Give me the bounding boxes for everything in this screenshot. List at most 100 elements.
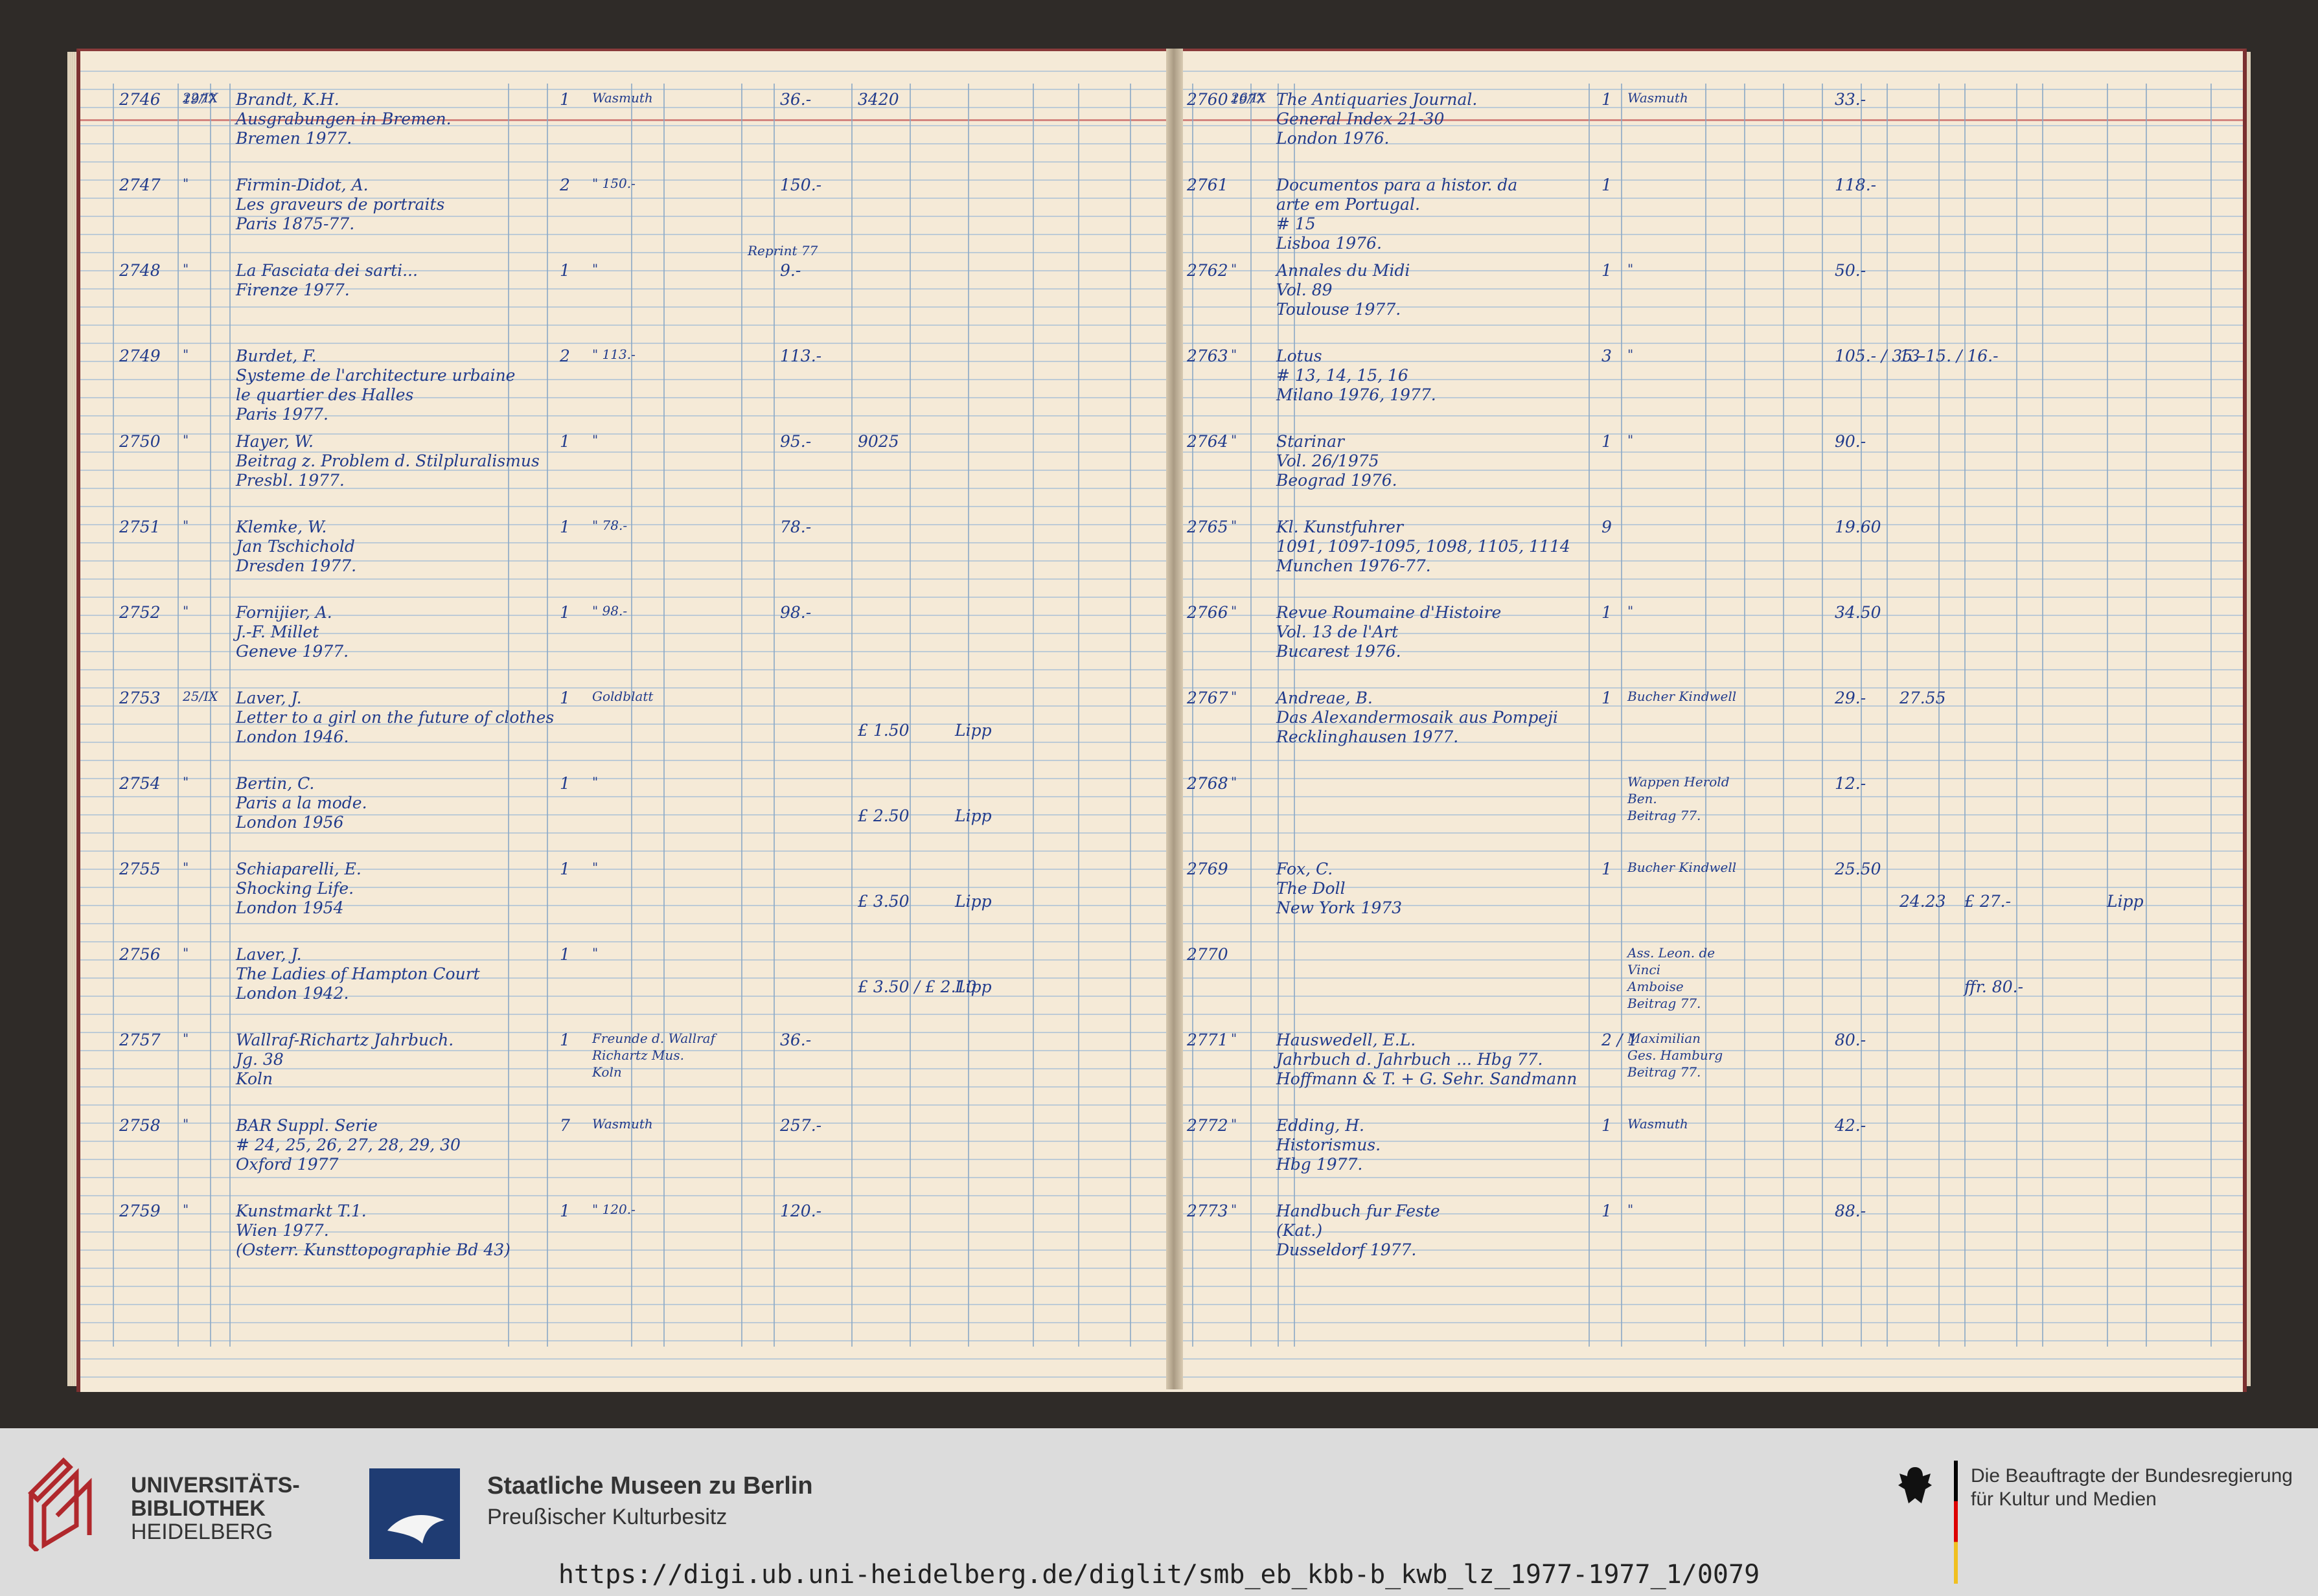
entry-number: 2756 xyxy=(119,945,161,964)
entry-amount: 113.- xyxy=(780,347,822,365)
entry-count: 1 xyxy=(1601,1202,1612,1220)
entry-supplier-line: " 98.- xyxy=(592,603,628,619)
entry-number: 2768 xyxy=(1187,774,1228,793)
ub-heidelberg-name: UNIVERSITÄTS- BIBLIOTHEK HEIDELBERG xyxy=(131,1474,300,1544)
entry-title-line: Beitrag z. Problem d. Stilpluralismus xyxy=(236,451,540,470)
ledger-rule xyxy=(80,578,1176,580)
column-divider xyxy=(1964,84,1966,1347)
column-divider xyxy=(2016,84,2017,1347)
entry-amount: 36.- xyxy=(780,1031,812,1049)
entry-amount: 90.- xyxy=(1835,432,1866,451)
entry-title-line: Munchen 1976-77. xyxy=(1276,556,1431,575)
ledger-rule xyxy=(80,325,1176,326)
entry-title-line: Laver, J. xyxy=(236,689,302,707)
entry-title-line: Firenze 1977. xyxy=(236,280,350,299)
ledger-rule xyxy=(1174,343,2243,344)
ledger-rule xyxy=(80,1340,1176,1341)
entry-supplier-line: " xyxy=(592,945,599,961)
entry-title-line: Edding, H. xyxy=(1276,1116,1364,1135)
entry-supplier-line: Beitrag 77. xyxy=(1627,1064,1701,1080)
bkm-line-1: Die Beauftragte der Bundesregierung xyxy=(1971,1465,2293,1487)
ub-line-3: HEIDELBERG xyxy=(131,1520,273,1544)
entry-amount: 118.- xyxy=(1835,176,1877,194)
entry-title-line: arte em Portugal. xyxy=(1276,195,1420,214)
entry-title-line: Paris a la mode. xyxy=(236,793,367,812)
entry-date: " xyxy=(183,261,189,277)
entry-number: 2773 xyxy=(1187,1202,1228,1220)
entry-title-line: Hoffmann & T. + G. Sehr. Sandmann xyxy=(1276,1069,1578,1088)
entry-title-line: # 15 xyxy=(1276,214,1316,233)
entry-number: 2758 xyxy=(119,1116,161,1135)
column-divider xyxy=(210,84,211,1347)
entry-supplier-line: " xyxy=(1627,347,1634,362)
ub-line-1: UNIVERSITÄTS- xyxy=(131,1473,300,1498)
column-divider xyxy=(851,84,853,1347)
entry-supplier-line: " xyxy=(592,432,599,448)
entry-date: " xyxy=(183,945,189,961)
entry-number: 2764 xyxy=(1187,432,1228,451)
entry-number: 2760 xyxy=(1187,90,1228,109)
ledger-page-right: 1977 2760 26/IX The Antiquaries Journal. Gen… xyxy=(1174,49,2247,1392)
entry-title-line: Hayer, W. xyxy=(236,432,314,451)
ledger-rule xyxy=(1174,161,2243,163)
entry-date: " xyxy=(1231,1202,1237,1217)
footer-banner: UNIVERSITÄTS- BIBLIOTHEK HEIDELBERG Staa… xyxy=(0,1428,2318,1596)
ledger-rule xyxy=(1174,814,2243,815)
entry-title-line: Shocking Life. xyxy=(236,879,354,898)
ledger-rule xyxy=(80,1195,1176,1196)
entry-number: 2754 xyxy=(119,774,161,793)
ledger-rule xyxy=(80,1376,1176,1378)
ledger-rule xyxy=(80,832,1176,834)
ledger-rule xyxy=(1174,796,2243,797)
entry-number: 2757 xyxy=(119,1031,161,1049)
column-divider xyxy=(1705,84,1706,1347)
entry-title-line: Wallraf-Richartz Jahrbuch. xyxy=(236,1031,454,1049)
entry-title-line: Beograd 1976. xyxy=(1276,471,1397,490)
entry-extra: 3420 xyxy=(858,90,899,109)
entry-supplier-line: Beitrag 77. xyxy=(1627,996,1701,1011)
ledger-rule xyxy=(80,1268,1176,1269)
entry-supplier-line: " xyxy=(592,860,599,875)
entry-count: 1 xyxy=(1601,689,1612,707)
federal-eagle-icon xyxy=(1898,1467,1932,1503)
entry-title-line: Geneve 1977. xyxy=(236,642,349,661)
entry-title-line: London 1956 xyxy=(236,813,344,832)
entry-extra: 24.23 xyxy=(1899,892,1946,911)
entry-title-line: The Antiquaries Journal. xyxy=(1276,90,1478,109)
entry-title-line: Fornijier, A. xyxy=(236,603,332,622)
entry-title-line: Schiaparelli, E. xyxy=(236,860,361,878)
entry-supplier-line: Wasmuth xyxy=(592,90,653,106)
entry-title-line: Kunstmarkt T.1. xyxy=(236,1202,367,1220)
source-url[interactable]: https://digi.ub.uni-heidelberg.de/diglit… xyxy=(0,1560,2318,1590)
entry-count: 1 xyxy=(1601,860,1612,878)
column-divider xyxy=(2107,84,2108,1347)
ledger-rule xyxy=(80,343,1176,344)
entry-third-column: Lipp xyxy=(955,892,992,911)
entry-title-line: le quartier des Halles xyxy=(236,385,414,404)
left-page-edge xyxy=(67,52,76,1386)
ledger-rule xyxy=(1174,760,2243,761)
ledger-rule xyxy=(80,1286,1176,1287)
ledger-rule xyxy=(1174,669,2243,670)
column-divider xyxy=(1589,84,1590,1347)
entry-amount: 25.50 xyxy=(1835,860,1881,878)
entry-title-line: # 13, 14, 15, 16 xyxy=(1276,366,1408,385)
entry-supplier-line: Ass. Leon. de xyxy=(1627,945,1716,961)
entry-date: " xyxy=(1231,347,1237,362)
ledger-rule xyxy=(1174,597,2243,598)
entry-title-line: Lotus xyxy=(1276,347,1322,365)
entry-title-line: Laver, J. xyxy=(236,945,302,964)
ledger-rule xyxy=(1174,832,2243,834)
entry-count: 1 xyxy=(560,860,570,878)
entry-date: " xyxy=(183,1031,189,1046)
entry-title-line: Dusseldorf 1977. xyxy=(1276,1240,1417,1259)
column-divider xyxy=(968,84,969,1347)
entry-number: 2750 xyxy=(119,432,161,451)
entry-date: " xyxy=(1231,518,1237,533)
entry-date: " xyxy=(183,1116,189,1132)
ledger-rule xyxy=(80,1358,1176,1360)
entry-supplier-line: Wasmuth xyxy=(1627,90,1688,106)
book-gutter xyxy=(1166,49,1183,1389)
entry-date: " xyxy=(183,860,189,875)
entry-count: 1 xyxy=(560,518,570,536)
